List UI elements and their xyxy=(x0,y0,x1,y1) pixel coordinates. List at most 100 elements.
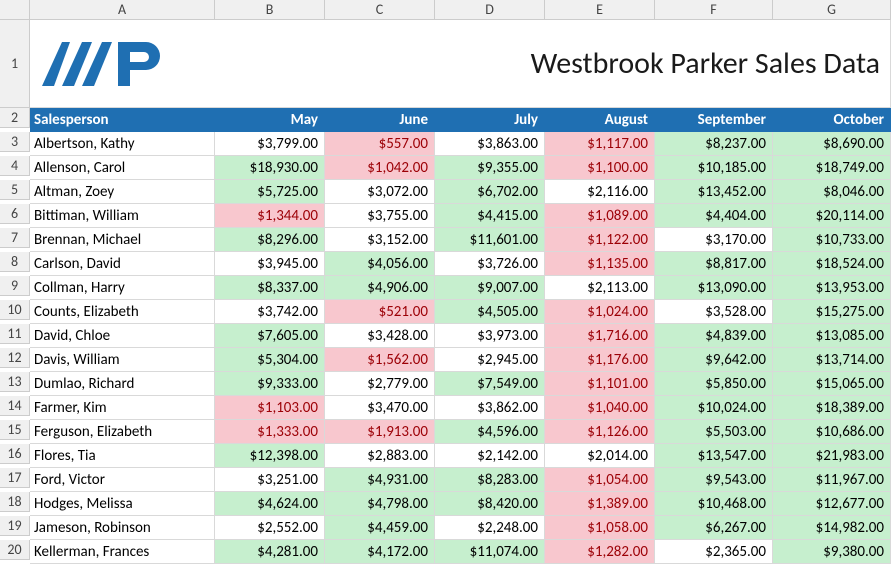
data-cell[interactable]: $18,524.00 xyxy=(773,252,891,276)
data-cell[interactable]: $2,248.00 xyxy=(435,516,545,540)
data-cell[interactable]: $15,065.00 xyxy=(773,372,891,396)
data-cell[interactable]: $3,428.00 xyxy=(325,324,435,348)
data-cell[interactable]: $6,267.00 xyxy=(655,516,773,540)
header-august[interactable]: August xyxy=(545,108,655,132)
row-header-5[interactable]: 5 xyxy=(0,180,30,200)
data-cell[interactable]: $521.00 xyxy=(325,300,435,324)
data-cell[interactable]: $7,549.00 xyxy=(435,372,545,396)
data-cell[interactable]: $3,251.00 xyxy=(215,468,325,492)
data-cell[interactable]: $13,452.00 xyxy=(655,180,773,204)
data-cell[interactable]: $11,601.00 xyxy=(435,228,545,252)
row-header-1[interactable]: 1 xyxy=(0,20,30,108)
select-all-corner[interactable] xyxy=(0,0,30,20)
row-header-4[interactable]: 4 xyxy=(0,156,30,176)
salesperson-cell[interactable]: Flores, Tia xyxy=(30,444,215,468)
data-cell[interactable]: $15,275.00 xyxy=(773,300,891,324)
header-september[interactable]: September xyxy=(655,108,773,132)
salesperson-cell[interactable]: Ford, Victor xyxy=(30,468,215,492)
data-cell[interactable]: $10,686.00 xyxy=(773,420,891,444)
data-cell[interactable]: $3,799.00 xyxy=(215,132,325,156)
data-cell[interactable]: $1,040.00 xyxy=(545,396,655,420)
data-cell[interactable]: $21,983.00 xyxy=(773,444,891,468)
data-cell[interactable]: $11,967.00 xyxy=(773,468,891,492)
header-june[interactable]: June xyxy=(325,108,435,132)
salesperson-cell[interactable]: Davis, William xyxy=(30,348,215,372)
data-cell[interactable]: $8,046.00 xyxy=(773,180,891,204)
data-cell[interactable]: $4,798.00 xyxy=(325,492,435,516)
col-header-C[interactable]: C xyxy=(325,0,435,20)
col-header-F[interactable]: F xyxy=(655,0,773,20)
data-cell[interactable]: $2,779.00 xyxy=(325,372,435,396)
row-header-6[interactable]: 6 xyxy=(0,204,30,224)
data-cell[interactable]: $9,355.00 xyxy=(435,156,545,180)
salesperson-cell[interactable]: Albertson, Kathy xyxy=(30,132,215,156)
data-cell[interactable]: $4,596.00 xyxy=(435,420,545,444)
data-cell[interactable]: $9,007.00 xyxy=(435,276,545,300)
data-cell[interactable]: $3,470.00 xyxy=(325,396,435,420)
salesperson-cell[interactable]: Bittiman, William xyxy=(30,204,215,228)
data-cell[interactable]: $10,185.00 xyxy=(655,156,773,180)
data-cell[interactable]: $3,152.00 xyxy=(325,228,435,252)
data-cell[interactable]: $3,945.00 xyxy=(215,252,325,276)
data-cell[interactable]: $2,116.00 xyxy=(545,180,655,204)
salesperson-cell[interactable]: Kellerman, Frances xyxy=(30,540,215,564)
col-header-E[interactable]: E xyxy=(545,0,655,20)
spreadsheet-grid[interactable]: A B C D E F G 1 Westbrook Parker Sales D… xyxy=(0,0,895,564)
data-cell[interactable]: $1,042.00 xyxy=(325,156,435,180)
col-header-G[interactable]: G xyxy=(773,0,891,20)
salesperson-cell[interactable]: Dumlao, Richard xyxy=(30,372,215,396)
row-header-20[interactable]: 20 xyxy=(0,540,30,560)
data-cell[interactable]: $4,281.00 xyxy=(215,540,325,564)
data-cell[interactable]: $12,677.00 xyxy=(773,492,891,516)
salesperson-cell[interactable]: Counts, Elizabeth xyxy=(30,300,215,324)
row-header-8[interactable]: 8 xyxy=(0,252,30,272)
data-cell[interactable]: $5,503.00 xyxy=(655,420,773,444)
data-cell[interactable]: $1,333.00 xyxy=(215,420,325,444)
data-cell[interactable]: $6,702.00 xyxy=(435,180,545,204)
data-cell[interactable]: $1,103.00 xyxy=(215,396,325,420)
row-header-14[interactable]: 14 xyxy=(0,396,30,416)
data-cell[interactable]: $1,176.00 xyxy=(545,348,655,372)
data-cell[interactable]: $10,024.00 xyxy=(655,396,773,420)
data-cell[interactable]: $1,058.00 xyxy=(545,516,655,540)
salesperson-cell[interactable]: Allenson, Carol xyxy=(30,156,215,180)
data-cell[interactable]: $18,930.00 xyxy=(215,156,325,180)
data-cell[interactable]: $1,716.00 xyxy=(545,324,655,348)
data-cell[interactable]: $5,850.00 xyxy=(655,372,773,396)
data-cell[interactable]: $3,973.00 xyxy=(435,324,545,348)
header-july[interactable]: July xyxy=(435,108,545,132)
row-header-11[interactable]: 11 xyxy=(0,324,30,344)
data-cell[interactable]: $3,863.00 xyxy=(435,132,545,156)
header-may[interactable]: May xyxy=(215,108,325,132)
data-cell[interactable]: $13,953.00 xyxy=(773,276,891,300)
data-cell[interactable]: $1,054.00 xyxy=(545,468,655,492)
row-header-13[interactable]: 13 xyxy=(0,372,30,392)
data-cell[interactable]: $8,420.00 xyxy=(435,492,545,516)
row-header-9[interactable]: 9 xyxy=(0,276,30,296)
col-header-A[interactable]: A xyxy=(30,0,215,20)
salesperson-cell[interactable]: Jameson, Robinson xyxy=(30,516,215,540)
data-cell[interactable]: $13,714.00 xyxy=(773,348,891,372)
data-cell[interactable]: $3,742.00 xyxy=(215,300,325,324)
data-cell[interactable]: $13,090.00 xyxy=(655,276,773,300)
row-header-7[interactable]: 7 xyxy=(0,228,30,248)
data-cell[interactable]: $10,468.00 xyxy=(655,492,773,516)
data-cell[interactable]: $8,690.00 xyxy=(773,132,891,156)
data-cell[interactable]: $5,304.00 xyxy=(215,348,325,372)
data-cell[interactable]: $1,100.00 xyxy=(545,156,655,180)
data-cell[interactable]: $4,906.00 xyxy=(325,276,435,300)
data-cell[interactable]: $4,056.00 xyxy=(325,252,435,276)
data-cell[interactable]: $11,074.00 xyxy=(435,540,545,564)
data-cell[interactable]: $1,282.00 xyxy=(545,540,655,564)
salesperson-cell[interactable]: David, Chloe xyxy=(30,324,215,348)
header-salesperson[interactable]: Salesperson xyxy=(30,108,215,132)
data-cell[interactable]: $13,085.00 xyxy=(773,324,891,348)
data-cell[interactable]: $1,135.00 xyxy=(545,252,655,276)
data-cell[interactable]: $3,170.00 xyxy=(655,228,773,252)
data-cell[interactable]: $12,398.00 xyxy=(215,444,325,468)
data-cell[interactable]: $3,072.00 xyxy=(325,180,435,204)
data-cell[interactable]: $4,404.00 xyxy=(655,204,773,228)
data-cell[interactable]: $2,552.00 xyxy=(215,516,325,540)
salesperson-cell[interactable]: Altman, Zoey xyxy=(30,180,215,204)
salesperson-cell[interactable]: Brennan, Michael xyxy=(30,228,215,252)
